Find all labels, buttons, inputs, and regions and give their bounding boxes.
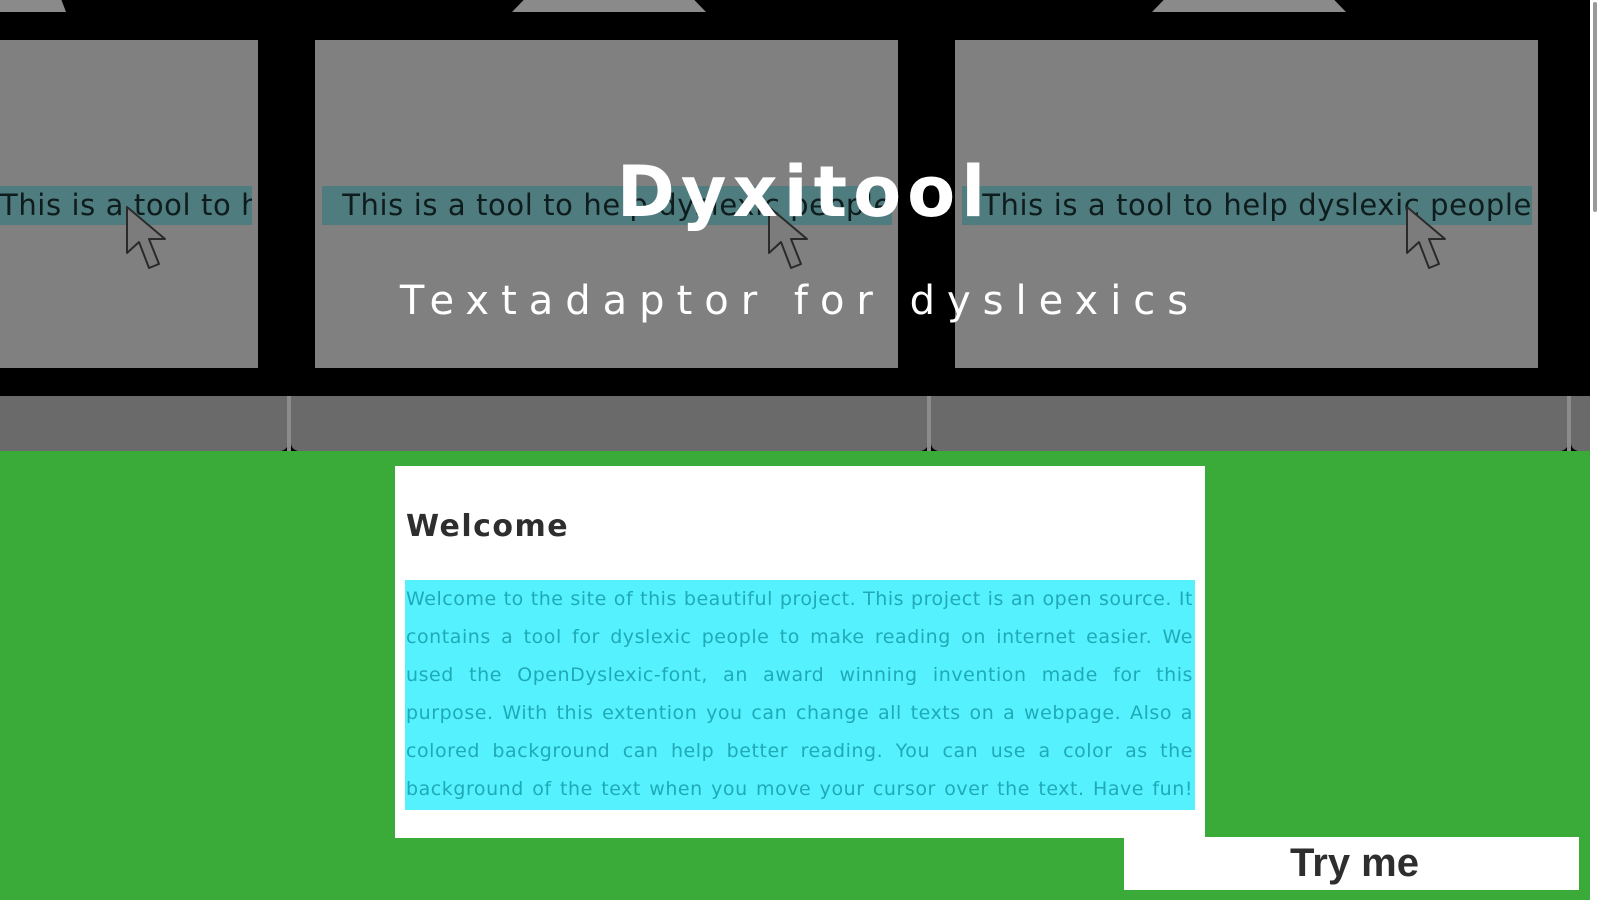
screen-base <box>0 396 288 451</box>
screen-notch <box>512 0 706 12</box>
screen-notch <box>0 0 66 12</box>
try-me-label: Try me <box>1290 841 1419 885</box>
screen-notch <box>1152 0 1346 12</box>
vertical-scrollbar[interactable] <box>1590 0 1600 900</box>
screen-base <box>931 396 1568 451</box>
screen-base <box>291 396 928 451</box>
site-subtitle: Textadaptor for dyslexics <box>399 278 1201 324</box>
try-me-button[interactable]: Try me <box>1124 837 1579 890</box>
welcome-paragraph: Welcome to the site of this beautiful pr… <box>405 580 1195 810</box>
welcome-heading: Welcome <box>406 509 570 544</box>
hero-banner: This is a tool to help dyslexic people T… <box>0 0 1590 451</box>
screen-base <box>1571 396 1590 451</box>
site-title: Dyxitool <box>616 150 992 233</box>
welcome-card: Welcome Welcome to the site of this beau… <box>395 466 1205 838</box>
scrollbar-thumb[interactable] <box>1593 2 1597 212</box>
